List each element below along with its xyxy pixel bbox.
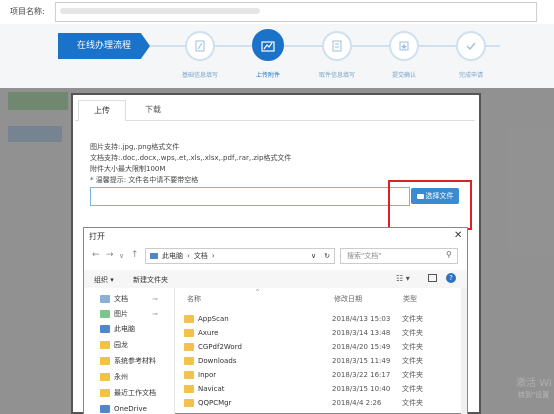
- image-support-text: 图片支持:.jpg,.png格式文件: [90, 143, 180, 151]
- tab-upload[interactable]: 上传: [78, 100, 126, 121]
- activation-watermark-sub: 转到"设置: [518, 391, 550, 399]
- folder-icon: [100, 389, 110, 397]
- path-segment-docs[interactable]: 文档: [194, 251, 208, 261]
- activation-watermark: 激活 Wi: [516, 378, 552, 389]
- address-dropdown-icon[interactable]: ∨: [311, 252, 316, 260]
- pin-icon: ⊸: [152, 310, 158, 318]
- refresh-icon[interactable]: ↻: [324, 252, 330, 260]
- step-label-3: 取件信息填写: [318, 72, 355, 79]
- step-label-2: 上传附件: [255, 72, 280, 79]
- preview-pane-icon[interactable]: [428, 274, 437, 282]
- help-icon[interactable]: ?: [446, 273, 456, 283]
- sidebar-item-documents[interactable]: 文档 ⊸: [100, 294, 158, 304]
- new-folder-button[interactable]: 新建文件夹: [133, 275, 168, 285]
- sidebar-item-yongzhou[interactable]: 永州: [100, 372, 128, 382]
- sidebar-item-pictures[interactable]: 图片 ⊸: [100, 309, 158, 319]
- view-options-icon[interactable]: ☷ ▾: [396, 274, 410, 283]
- folder-icon: [184, 329, 194, 337]
- pin-icon: ⊸: [152, 295, 158, 303]
- column-header-type[interactable]: 类型: [403, 294, 417, 304]
- folder-icon: [184, 371, 194, 379]
- tab-download[interactable]: 下载: [130, 100, 176, 120]
- sidebar-item-this-pc[interactable]: 此电脑: [100, 324, 135, 334]
- table-row[interactable]: Navicat 2018/3/15 10:40 文件夹: [184, 382, 464, 396]
- table-row[interactable]: Downloads 2018/3/15 11:49 文件夹: [184, 354, 464, 368]
- upload-file-input[interactable]: [90, 187, 410, 206]
- size-limit-text: 附件大小最大限制100M: [90, 165, 166, 173]
- table-row[interactable]: CGPdf2Word 2018/4/20 15:49 文件夹: [184, 340, 464, 354]
- project-name-value-blurred: [60, 8, 260, 14]
- forward-arrow-icon[interactable]: →: [106, 250, 114, 260]
- close-icon[interactable]: ✕: [454, 230, 462, 241]
- project-name-label: 项目名称:: [10, 7, 45, 16]
- folder-icon: [100, 373, 110, 381]
- back-arrow-icon[interactable]: ←: [92, 250, 100, 260]
- table-row[interactable]: Inpor 2018/3/22 16:17 文件夹: [184, 368, 464, 382]
- sidebar-item-reference[interactable]: 系统参考材料: [100, 356, 156, 366]
- table-row[interactable]: Axure 2018/3/14 13:48 文件夹: [184, 326, 464, 340]
- folder-icon: [184, 343, 194, 351]
- file-list-scrollbar[interactable]: [461, 288, 467, 414]
- folder-icon: [184, 385, 194, 393]
- step-label-5: 完成申请: [458, 72, 483, 79]
- flow-banner: 在线办理流程: [58, 33, 150, 59]
- table-row[interactable]: AppScan 2018/4/13 15:03 文件夹: [184, 312, 464, 326]
- dialog-title: 打开: [89, 232, 105, 241]
- step-submit-icon: [389, 31, 419, 61]
- organize-button[interactable]: 组织 ▾: [94, 275, 114, 285]
- highlight-box: [388, 180, 472, 230]
- table-row[interactable]: QQPCMgr 2018/4/4 2:26 文件夹: [184, 396, 464, 410]
- chevron-right-icon: ›: [211, 252, 215, 260]
- search-icon: ⚲: [446, 250, 452, 259]
- sort-arrow-icon: ^: [255, 289, 261, 296]
- step-complete-icon: [456, 31, 486, 61]
- documents-icon: [100, 295, 110, 303]
- column-header-name[interactable]: 名称: [187, 294, 201, 304]
- sidebar-item-yuanlong[interactable]: 园龙: [100, 340, 128, 350]
- folder-icon: [184, 357, 194, 365]
- search-input[interactable]: 搜索"文档": [340, 248, 458, 264]
- folder-icon: [184, 315, 194, 323]
- pictures-icon: [100, 310, 110, 318]
- pc-icon: [150, 253, 158, 259]
- recent-dropdown-icon[interactable]: ∨: [119, 252, 124, 260]
- doc-support-text: 文档支持:.doc,.docx,.wps,.et,.xls,.xlsx,.pdf…: [90, 154, 292, 162]
- sidebar-item-recent-work[interactable]: 最近工作文档: [100, 388, 156, 398]
- step-upload-icon: [252, 29, 284, 61]
- address-bar[interactable]: 此电脑 › 文档 › ∨ ↻: [145, 248, 335, 264]
- step-basic-info-icon: [185, 31, 215, 61]
- tip-text: * 温馨提示: 文件名中请不要带空格: [90, 176, 199, 184]
- step-label-4: 提交确认: [391, 72, 416, 79]
- up-arrow-icon[interactable]: ↑: [131, 250, 139, 260]
- folder-icon: [100, 357, 110, 365]
- pc-icon: [100, 325, 110, 333]
- folder-icon: [100, 341, 110, 349]
- step-label-1: 基础信息填写: [181, 72, 218, 79]
- chevron-right-icon: ›: [187, 252, 190, 260]
- path-segment-pc[interactable]: 此电脑: [162, 251, 183, 261]
- sidebar-item-onedrive[interactable]: OneDrive: [100, 405, 147, 413]
- column-header-date[interactable]: 修改日期: [334, 294, 362, 304]
- step-pickup-info-icon: [322, 31, 352, 61]
- folder-icon: [184, 399, 194, 407]
- onedrive-icon: [100, 405, 110, 413]
